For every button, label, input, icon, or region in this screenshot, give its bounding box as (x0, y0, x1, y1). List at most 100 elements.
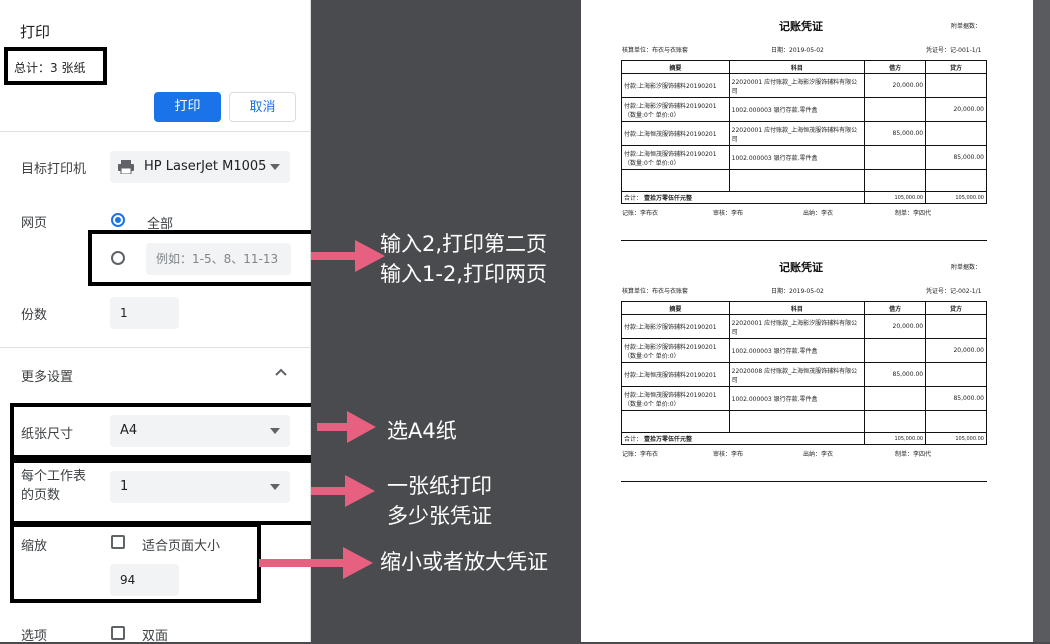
header-debit: 借方 (864, 301, 927, 315)
paper-size-value: A4 (120, 423, 138, 438)
cell: 22020008 应付账款_上海恒茂服饰辅料有限公司 (728, 362, 866, 387)
annotation-pages-line2: 输入1-2,打印两页 (380, 262, 547, 286)
pages-custom-radio[interactable] (111, 251, 125, 265)
chevron-up-icon[interactable] (275, 368, 287, 376)
chevron-down-icon (270, 428, 280, 434)
duplex-checkbox[interactable] (111, 626, 125, 640)
cell: 付款:上海恒茂服饰辅料20190201（数量:0个 单价:0） (621, 386, 730, 411)
paper-size-label: 纸张尺寸 (21, 427, 74, 442)
cell: 22020001 应付账款_上海影汐服饰辅料有限公司 (728, 73, 866, 98)
voucher-table: 摘要 科目 借方 贷方 付款:上海影汐服饰辅料20190201 22020001… (620, 301, 987, 445)
arrow-right-icon (317, 411, 376, 443)
pages-all-radio[interactable] (111, 213, 125, 227)
table-row: 付款:上海恒茂服饰辅料20190201 22020001 应付账款_上海恒茂服饰… (621, 121, 987, 146)
divider (0, 347, 310, 348)
pages-input[interactable]: 例如：1-5、8、11-13 (146, 243, 291, 275)
header-account: 科目 (728, 60, 866, 74)
copies-label: 份数 (21, 308, 48, 323)
cell: 20,000.00 (925, 97, 987, 122)
cell (864, 386, 927, 411)
header-debit: 借方 (864, 60, 927, 74)
cell (864, 169, 927, 192)
table-row: 付款:上海恒茂服饰辅料20190201 22020008 应付账款_上海恒茂服饰… (621, 362, 987, 387)
paper-size-select[interactable]: A4 (110, 415, 290, 447)
table-row: 付款:上海影汐服饰辅料20190201（数量:0个 单价:0） 1002.000… (621, 97, 987, 122)
cell (925, 314, 987, 339)
printer-select[interactable]: HP LaserJet M1005 (110, 151, 290, 183)
fit-to-page-checkbox[interactable] (111, 535, 125, 549)
annotation-scale: 缩小或者放大凭证 (380, 550, 548, 574)
voucher-table: 摘要 科目 借方 贷方 付款:上海影汐服饰辅料20190201 22020001… (620, 60, 987, 204)
cell: 85,000.00 (864, 362, 927, 387)
cell: 付款:上海恒茂服饰辅料20190201 (621, 362, 730, 387)
total-debit: 105,000.00 (864, 191, 927, 204)
total-credit: 105,000.00 (925, 191, 987, 204)
cell (864, 145, 927, 170)
scale-input[interactable]: 94 (110, 564, 179, 596)
duplex-label: 双面 (142, 629, 169, 644)
cell: 85,000.00 (925, 145, 987, 170)
signer-reviewer: 审核：李布 (713, 451, 744, 458)
cell: 付款:上海恒茂服饰辅料20190201 (621, 121, 730, 146)
pages-per-sheet-label-line2: 的页数 (21, 488, 61, 503)
cell (728, 169, 866, 192)
header-summary: 摘要 (621, 60, 730, 74)
signer-maker: 制单：李四代 (895, 451, 932, 458)
scale-label: 缩放 (21, 539, 48, 554)
header-credit: 贷方 (925, 60, 987, 74)
cell: 付款:上海影汐服饰辅料20190201（数量:0个 单价:0） (621, 97, 730, 122)
arrow-right-icon (311, 240, 385, 272)
cell: 付款:上海影汐服饰辅料20190201 (621, 314, 730, 339)
preview-page: 记账凭证 附单据数： 核算单位：布衣与衣账套 日期：2019-05-02 凭证号… (581, 0, 1033, 642)
total-debit: 105,000.00 (864, 432, 927, 445)
cell: 1002.000003 银行存款.零件盒 (728, 97, 866, 122)
table-row: 付款:上海恒茂服饰辅料20190201（数量:0个 单价:0） 1002.000… (621, 145, 987, 170)
cell (925, 362, 987, 387)
preview-scrollbar[interactable] (1033, 0, 1050, 642)
header-summary: 摘要 (621, 301, 730, 315)
cell (864, 97, 927, 122)
cell: 20,000.00 (925, 338, 987, 363)
copies-input[interactable]: 1 (110, 297, 179, 329)
cell: 20,000.00 (864, 314, 927, 339)
total-sheets: 总计：3 张纸 (14, 61, 86, 75)
cell (925, 73, 987, 98)
cell: 1002.000003 银行存款.零件盒 (728, 338, 866, 363)
chevron-down-icon (270, 484, 280, 490)
table-row: 付款:上海影汐服饰辅料20190201 22020001 应付账款_上海影汐服饰… (621, 314, 987, 339)
annotation-paper: 选A4纸 (387, 419, 457, 443)
total-credit: 105,000.00 (925, 432, 987, 445)
dialog-title: 打印 (20, 23, 51, 41)
signer-reviewer: 审核：李布 (713, 210, 744, 217)
cancel-button[interactable]: 取消 (229, 92, 296, 122)
cell: 85,000.00 (925, 386, 987, 411)
pages-per-sheet-select[interactable]: 1 (110, 471, 290, 503)
cell (864, 410, 927, 433)
voucher-unit: 核算单位：布衣与衣账套 (622, 47, 689, 54)
signer-maker: 制单：李四代 (895, 210, 932, 217)
cell (925, 410, 987, 433)
pages-per-sheet-value: 1 (120, 479, 129, 494)
more-settings-label[interactable]: 更多设置 (21, 366, 73, 385)
voucher-date: 日期：2019-05-02 (771, 47, 824, 54)
total-label: 合计： (624, 195, 643, 202)
table-row: 付款:上海恒茂服饰辅料20190201（数量:0个 单价:0） 1002.000… (621, 386, 987, 411)
table-header-row: 摘要 科目 借方 贷方 (621, 301, 987, 315)
cell: 20,000.00 (864, 73, 927, 98)
voucher-attach: 附单据数： (951, 264, 982, 271)
printer-value: HP LaserJet M1005 (144, 159, 267, 174)
table-row: 付款:上海影汐服饰辅料20190201（数量:0个 单价:0） 1002.000… (621, 338, 987, 363)
print-button[interactable]: 打印 (154, 92, 221, 122)
cell: 付款:上海影汐服饰辅料20190201 (621, 73, 730, 98)
cell: 付款:上海影汐服饰辅料20190201（数量:0个 单价:0） (621, 338, 730, 363)
cell (621, 169, 730, 192)
options-label: 选项 (21, 629, 48, 644)
total-words: 壹拾万零伍仟元整 (643, 436, 692, 443)
table-row (621, 410, 987, 433)
table-total-row: 合计： 壹拾万零伍仟元整 105,000.00 105,000.00 (620, 432, 987, 445)
table-row: 付款:上海影汐服饰辅料20190201 22020001 应付账款_上海影汐服饰… (621, 73, 987, 98)
cell (925, 169, 987, 192)
voucher-number: 凭证号：记-002-1/1 (926, 288, 982, 295)
header-credit: 贷方 (925, 301, 987, 315)
cell: 付款:上海恒茂服饰辅料20190201（数量:0个 单价:0） (621, 145, 730, 170)
